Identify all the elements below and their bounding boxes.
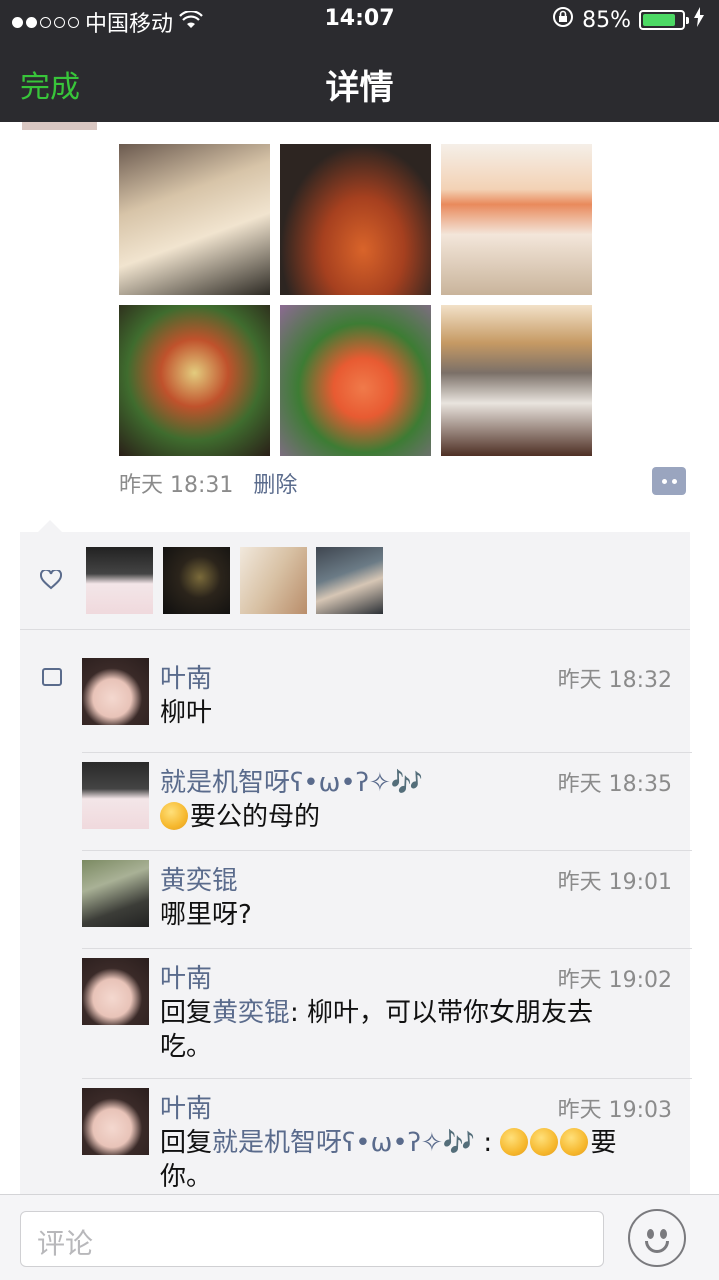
commenter-name[interactable]: 叶南 <box>160 958 212 995</box>
comment-time: 昨天 18:35 <box>557 772 672 797</box>
comment-time: 昨天 19:01 <box>557 870 672 895</box>
emoji-button[interactable] <box>628 1209 686 1267</box>
comment-item[interactable]: 叶南 昨天 19:03 回复就是机智呀ʕ•ω•ʔ✧🎶 : 要你。 <box>82 1088 672 1194</box>
reply-prefix: 回复 <box>160 998 213 1028</box>
comment-text: 要公的母的 <box>160 800 630 834</box>
rotation-lock-icon <box>552 6 574 34</box>
divider <box>82 752 692 753</box>
commenter-avatar[interactable] <box>82 860 149 927</box>
divider <box>82 1078 692 1079</box>
commenter-name[interactable]: 黄奕锟 <box>160 860 238 897</box>
divider <box>82 850 692 851</box>
comment-time: 昨天 19:03 <box>557 1098 672 1123</box>
photo-thumbnail[interactable] <box>119 144 270 295</box>
emoji-icon <box>500 1128 529 1156</box>
commenter-name[interactable]: 叶南 <box>160 1088 212 1125</box>
liker-avatar[interactable] <box>316 547 383 614</box>
comment-item[interactable]: 叶南 昨天 18:32 柳叶 <box>82 658 692 756</box>
comment-text: 哪里呀? <box>160 900 252 930</box>
battery-icon <box>639 10 689 30</box>
delete-link[interactable]: 删除 <box>253 467 297 499</box>
emoji-icon <box>530 1128 559 1156</box>
liker-avatar[interactable] <box>86 547 153 614</box>
commenter-avatar[interactable] <box>82 762 149 829</box>
emoji-icon <box>160 802 188 830</box>
post-time: 昨天 18:31 <box>119 473 234 498</box>
comment-bubble-icon <box>42 668 62 686</box>
commenter-avatar[interactable] <box>82 1088 149 1155</box>
comment-action-button[interactable] <box>652 467 686 495</box>
commenter-avatar[interactable] <box>82 658 149 725</box>
battery-percent: 85% <box>582 7 631 33</box>
commenter-avatar[interactable] <box>82 958 149 1025</box>
reply-to-name[interactable]: 就是机智呀ʕ•ω•ʔ✧🎶 <box>212 1128 475 1158</box>
post-meta: 昨天 18:31 删除 <box>119 467 297 499</box>
reply-to-name[interactable]: 黄奕锟 <box>212 998 290 1028</box>
comment-item[interactable]: 就是机智呀ʕ•ω•ʔ✧🎶 昨天 18:35 要公的母的 <box>82 762 692 860</box>
nav-bar: 完成 详情 <box>0 40 719 122</box>
photo-thumbnail[interactable] <box>441 305 592 456</box>
comment-text-body: 要公的母的 <box>190 802 321 832</box>
reply-prefix: 回复 <box>160 1128 213 1158</box>
panel-pointer <box>38 520 62 532</box>
photo-thumbnail[interactable] <box>119 305 270 456</box>
page-title: 详情 <box>325 68 394 108</box>
comment-input[interactable]: 评论 <box>20 1211 604 1267</box>
comment-text: 回复就是机智呀ʕ•ω•ʔ✧🎶 : 要你。 <box>160 1128 617 1192</box>
top-bar: 中国移动 14:07 85% 完成 详情 <box>0 0 719 122</box>
comment-text: 回复黄奕锟: 柳叶，可以带你女朋友去吃。 <box>160 996 630 1064</box>
charging-icon <box>693 7 705 33</box>
likes-row <box>20 532 690 630</box>
photo-thumbnail[interactable] <box>280 305 431 456</box>
photo-thumbnail[interactable] <box>280 144 431 295</box>
status-bar: 中国移动 14:07 85% <box>0 0 719 40</box>
comment-bar: 评论 <box>0 1194 719 1280</box>
heart-icon <box>39 568 63 596</box>
interaction-panel: 叶南 昨天 18:32 柳叶 就是机智呀ʕ•ω•ʔ✧🎶 昨天 18:35 要公的… <box>20 532 692 1194</box>
commenter-name[interactable]: 就是机智呀ʕ•ω•ʔ✧🎶 <box>160 762 423 799</box>
author-avatar[interactable] <box>22 122 97 130</box>
liker-avatar[interactable] <box>240 547 307 614</box>
liker-avatar[interactable] <box>163 547 230 614</box>
commenter-name[interactable]: 叶南 <box>160 658 212 695</box>
divider <box>82 948 692 949</box>
comment-item[interactable]: 叶南 昨天 19:02 回复黄奕锟: 柳叶，可以带你女朋友去吃。 <box>82 958 692 1082</box>
comment-text: 柳叶 <box>160 698 213 728</box>
comment-time: 昨天 19:02 <box>557 968 672 993</box>
emoji-icon <box>560 1128 589 1156</box>
photo-thumbnail[interactable] <box>441 144 592 295</box>
comment-time: 昨天 18:32 <box>557 668 672 693</box>
comment-item[interactable]: 黄奕锟 昨天 19:01 哪里呀? <box>82 860 692 958</box>
